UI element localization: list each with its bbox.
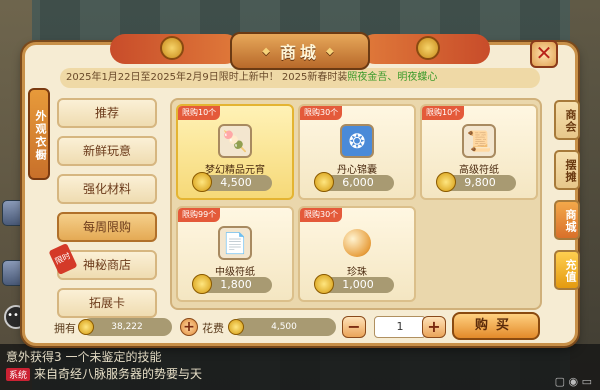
quantity-minus-button[interactable]: − xyxy=(342,316,366,338)
item-card[interactable]: 限购30个 珍珠 1,000 xyxy=(298,206,416,302)
item-card[interactable]: 限购30个 ❂ 丹心锦囊 6,000 xyxy=(298,104,416,200)
pearl-icon xyxy=(340,226,374,260)
limit-tag: 限购99个 xyxy=(178,208,221,222)
dumpling-icon: 🍡 xyxy=(218,124,252,158)
add-currency-button[interactable]: + xyxy=(180,318,198,336)
coin-icon xyxy=(314,172,334,192)
system-tag: 系统 xyxy=(6,368,31,381)
item-price: 1,800 xyxy=(192,274,272,294)
item-price: 1,000 xyxy=(314,274,394,294)
cost-value: 4,500 xyxy=(232,318,336,336)
item-price: 4,500 xyxy=(192,172,272,192)
limit-tag: 限购10个 xyxy=(178,106,221,120)
tab-mall[interactable]: 商城 xyxy=(554,200,580,240)
menu-item-materials[interactable]: 强化材料 xyxy=(57,174,157,204)
limit-tag: 限购30个 xyxy=(300,208,343,222)
coin-icon xyxy=(228,319,244,335)
announcement-bar: 2025年1月22日至2025年2月9日限时上新中！ 2025新春时装照夜金吾、… xyxy=(60,68,540,88)
knot-decoration-icon xyxy=(416,36,440,60)
limit-tag: 限购10个 xyxy=(422,106,465,120)
menu-item-expansion[interactable]: 拓展卡 xyxy=(57,288,157,318)
owned-label: 拥有 xyxy=(54,322,76,335)
item-price: 6,000 xyxy=(314,172,394,192)
item-price: 9,800 xyxy=(436,172,516,192)
item-grid: 限购10个 🍡 梦幻精品元宵 4,500 限购30个 ❂ 丹心锦囊 6,000 … xyxy=(170,98,542,310)
tab-recharge[interactable]: 充值 xyxy=(554,250,580,290)
item-card[interactable]: 限购10个 🍡 梦幻精品元宵 4,500 xyxy=(176,104,294,200)
talisman-icon: 📜 xyxy=(462,124,496,158)
chat-line: 意外获得3 一个未鉴定的技能 xyxy=(6,350,162,364)
pouch-icon: ❂ xyxy=(340,124,374,158)
close-button[interactable]: ✕ xyxy=(530,40,558,68)
knot-decoration-icon xyxy=(160,36,184,60)
diamond-icon: ◆ xyxy=(262,45,274,57)
quantity-plus-button[interactable]: + xyxy=(422,316,446,338)
tab-chamber-of-commerce[interactable]: 商会 xyxy=(554,100,580,140)
chat-bar[interactable]: 意外获得3 一个未鉴定的技能 系统 来自奇经八脉服务器的势要与天 ▢ ◉ ▭ xyxy=(0,344,600,390)
menu-item-recommend[interactable]: 推荐 xyxy=(57,98,157,128)
menu-item-mystery-shop[interactable]: 限时 神秘商店 xyxy=(48,242,157,280)
coin-icon xyxy=(78,319,94,335)
owned-balance: 38,222 xyxy=(82,318,172,336)
paper-icon: 📄 xyxy=(218,226,252,260)
page-title: ◆ 商城 ◆ xyxy=(230,32,370,70)
coin-icon xyxy=(436,172,456,192)
chat-line: 系统 来自奇经八脉服务器的势要与天 xyxy=(6,365,600,382)
item-card[interactable]: 限购99个 📄 中级符纸 1,800 xyxy=(176,206,294,302)
buy-button[interactable]: 购买 xyxy=(452,312,540,340)
menu-item-novelty[interactable]: 新鲜玩意 xyxy=(57,136,157,166)
cost-label: 花费 xyxy=(202,322,224,335)
category-menu: 推荐 新鲜玩意 强化材料 每周限购 限时 神秘商店 拓展卡 xyxy=(48,98,157,326)
diamond-icon: ◆ xyxy=(326,45,338,57)
menu-item-weekly-limit[interactable]: 每周限购 xyxy=(57,212,157,242)
coin-icon xyxy=(192,172,212,192)
wardrobe-tab[interactable]: 外观衣橱 xyxy=(28,88,50,180)
limit-tag: 限购30个 xyxy=(300,106,343,120)
quantity-input[interactable]: 1 xyxy=(374,316,426,338)
coin-icon xyxy=(314,274,334,294)
item-card[interactable]: 限购10个 📜 高级符纸 9,800 xyxy=(420,104,538,200)
coin-icon xyxy=(192,274,212,294)
chat-toolbar-icons[interactable]: ▢ ◉ ▭ xyxy=(555,375,592,388)
purchase-bar: 拥有 38,222 + 花费 4,500 − 1 + 购买 xyxy=(50,312,550,340)
tab-stall[interactable]: 摆摊 xyxy=(554,150,580,190)
